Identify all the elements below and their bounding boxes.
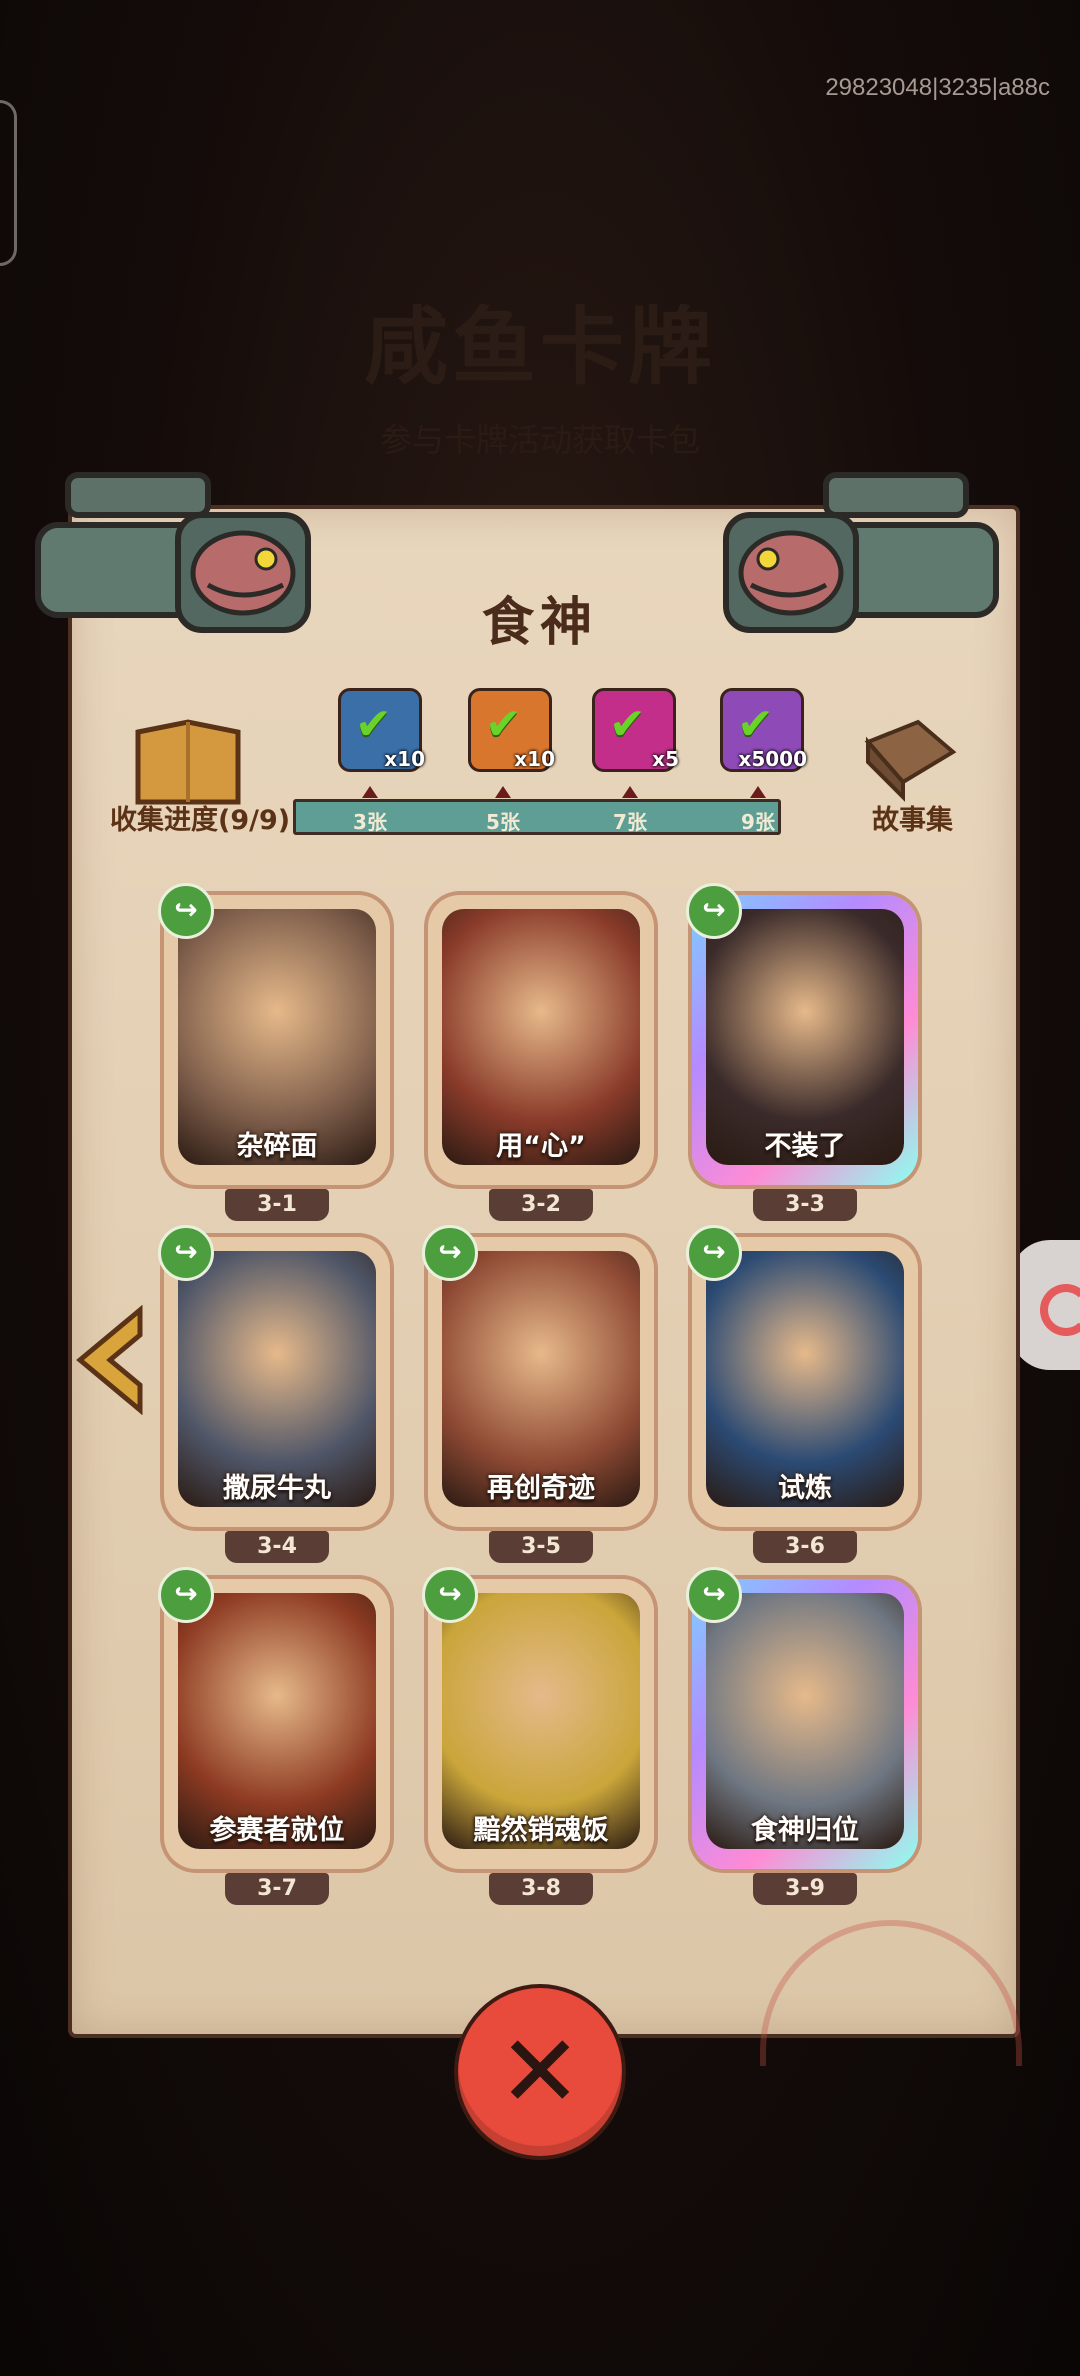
album-title: 食神 — [481, 593, 598, 653]
background-title: 咸鱼卡牌 — [363, 298, 716, 396]
milestone-label: 9张 — [741, 810, 775, 834]
milestone-marker — [750, 786, 766, 798]
reward-ticket-icon[interactable]: ✔ x10 — [468, 688, 555, 772]
collect-box-icon[interactable] — [128, 712, 248, 812]
check-icon: ✔ — [485, 699, 522, 750]
card-number: 3-1 — [225, 1189, 329, 1221]
reward-count: x10 — [514, 747, 555, 771]
card-title: 参赛者就位 — [209, 1815, 345, 1846]
card-number: 3-5 — [489, 1531, 593, 1563]
card-number: 3-4 — [225, 1531, 329, 1563]
card-number: 3-3 — [753, 1189, 857, 1221]
card-title: 黯然销魂饭 — [473, 1815, 609, 1846]
card-3-4[interactable]: 撒尿牛丸 — [164, 1237, 390, 1527]
share-icon[interactable]: ↪ — [158, 1225, 214, 1281]
milestone-label: 3张 — [353, 810, 387, 834]
card-number: 3-9 — [753, 1873, 857, 1905]
card-3-3[interactable]: 不装了 — [692, 895, 918, 1185]
milestone-label: 7张 — [613, 810, 647, 834]
card-title: 撒尿牛丸 — [223, 1473, 331, 1504]
card-3-8[interactable]: 黯然销魂饭 — [428, 1579, 654, 1869]
milestone-label: 5张 — [486, 810, 520, 834]
share-icon[interactable]: ↪ — [422, 1225, 478, 1281]
left-edge-handle — [0, 100, 17, 266]
card-number: 3-2 — [489, 1189, 593, 1221]
milestone-marker — [622, 786, 638, 798]
card-title: 用“心” — [496, 1131, 586, 1162]
collect-progress-label: 收集进度(9/9) — [110, 805, 291, 836]
share-icon[interactable]: ↪ — [686, 883, 742, 939]
check-icon: ✔ — [609, 699, 646, 750]
reward-crystal-icon[interactable]: ✔ x5000 — [720, 688, 807, 772]
card-number: 3-8 — [489, 1873, 593, 1905]
version-text: 29823048|3235|a88c — [825, 74, 1050, 101]
card-title: 杂碎面 — [236, 1131, 318, 1162]
card-3-6[interactable]: 试炼 — [692, 1237, 918, 1527]
milestone-marker — [362, 786, 378, 798]
check-icon: ✔ — [355, 699, 392, 750]
share-icon[interactable]: ↪ — [422, 1567, 478, 1623]
check-icon: ✔ — [737, 699, 774, 750]
reward-count: x5000 — [738, 747, 807, 771]
card-number: 3-7 — [225, 1873, 329, 1905]
side-tab-button[interactable] — [1010, 1240, 1080, 1370]
card-3-2[interactable]: 用“心” — [428, 895, 654, 1185]
previous-page-arrow-icon[interactable] — [70, 1305, 150, 1415]
card-3-9[interactable]: 食神归位 — [692, 1579, 918, 1869]
card-number: 3-6 — [753, 1531, 857, 1563]
reward-count: x5 — [652, 747, 679, 771]
share-icon[interactable]: ↪ — [686, 1225, 742, 1281]
story-collection-label[interactable]: 故事集 — [872, 798, 953, 837]
card-title: 食神归位 — [751, 1815, 859, 1846]
card-3-5[interactable]: 再创奇迹 — [428, 1237, 654, 1527]
card-title: 再创奇迹 — [487, 1473, 595, 1504]
card-3-7[interactable]: 参赛者就位 — [164, 1579, 390, 1869]
card-title: 试炼 — [778, 1473, 832, 1504]
reward-count: x10 — [384, 747, 425, 771]
milestone-marker — [495, 786, 511, 798]
story-book-icon[interactable] — [858, 712, 958, 804]
close-button[interactable]: ✕ — [458, 1988, 622, 2156]
card-title: 不装了 — [764, 1131, 846, 1162]
share-icon[interactable]: ↪ — [158, 1567, 214, 1623]
reward-orb-icon[interactable]: ✔ x5 — [592, 688, 679, 772]
reward-chest-icon[interactable]: ✔ x10 — [338, 688, 425, 772]
card-3-1[interactable]: 杂碎面 — [164, 895, 390, 1185]
share-icon[interactable]: ↪ — [158, 883, 214, 939]
close-icon: ✕ — [498, 2013, 582, 2130]
share-icon[interactable]: ↪ — [686, 1567, 742, 1623]
